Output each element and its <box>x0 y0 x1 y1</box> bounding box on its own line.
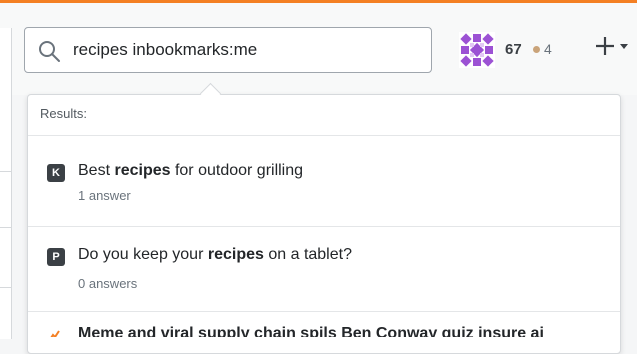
site-badge-icon: P <box>47 248 65 266</box>
reputation-count: 67 <box>505 41 522 58</box>
search-results-dropdown: Results: K Best recipes for outdoor gril… <box>27 94 621 354</box>
divider <box>28 135 620 136</box>
site-icon <box>50 330 60 337</box>
left-edge-divider <box>0 171 11 172</box>
search-input[interactable] <box>73 28 423 72</box>
user-avatar[interactable] <box>459 32 495 68</box>
plus-icon[interactable] <box>594 35 616 57</box>
answer-count: 1 answer <box>78 188 131 203</box>
left-sidebar-edge <box>0 28 12 339</box>
result-title[interactable]: Meme and viral supply chain spils Ben Co… <box>78 325 544 337</box>
search-icon <box>39 41 60 62</box>
caret-down-icon[interactable] <box>620 44 628 49</box>
site-badge-icon: K <box>47 164 65 182</box>
divider <box>28 226 620 227</box>
result-title[interactable]: Do you keep your recipes on a tablet? <box>78 246 352 264</box>
left-edge-divider <box>0 227 11 228</box>
results-label: Results: <box>40 106 87 121</box>
result-title[interactable]: Best recipes for outdoor grilling <box>78 162 303 180</box>
bronze-badge-count: 4 <box>544 41 552 57</box>
divider <box>28 311 620 312</box>
bronze-badge-dot <box>533 46 540 53</box>
result-item[interactable]: Meme and viral supply chain spils Ben Co… <box>28 325 620 337</box>
left-edge-divider <box>0 287 11 288</box>
answer-count: 0 answers <box>78 276 138 291</box>
search-box[interactable] <box>24 27 432 73</box>
